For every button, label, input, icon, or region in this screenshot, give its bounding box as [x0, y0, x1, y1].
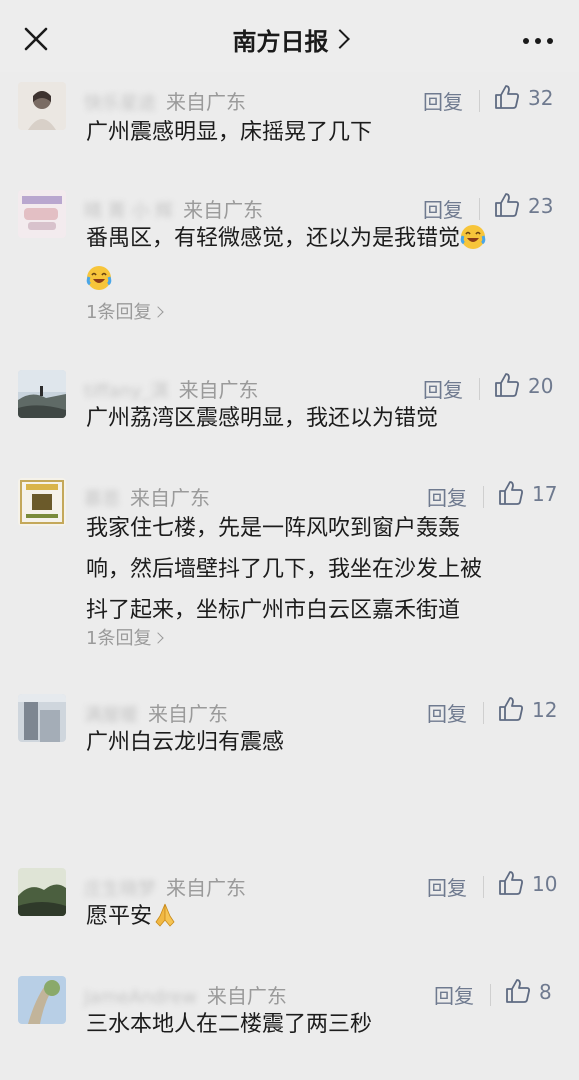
- comment-item: 晴 菁 小 辉来自广东 回复 23 番禺区，有轻微感觉，还以为是我错觉 1条回复: [0, 190, 579, 340]
- page-title: 南方日报: [232, 28, 329, 56]
- replies-count-label: 1条回复: [86, 302, 152, 323]
- commenter-region: 来自广东: [166, 90, 246, 114]
- thumbs-up-icon: [499, 697, 523, 721]
- chevron-right-icon: [152, 306, 165, 318]
- avatar[interactable]: [18, 82, 66, 130]
- avatar[interactable]: [18, 976, 66, 1024]
- view-replies-link[interactable]: 1条回复: [86, 624, 165, 650]
- reply-button[interactable]: 回复: [427, 482, 467, 511]
- comment-text-line: 我家住七楼，先是一阵风吹到窗户轰轰: [86, 516, 461, 541]
- comment-item: 庄生晓梦 来自广东 回复 10 愿平安: [0, 868, 579, 938]
- comment-text: 番禺区，有轻微感觉，还以为是我错觉: [86, 218, 546, 300]
- account-title-link[interactable]: 南方日报: [0, 22, 579, 57]
- avatar[interactable]: [18, 868, 66, 916]
- comment-text-content: 番禺区，有轻微感觉，还以为是我错觉: [86, 226, 461, 251]
- avatar[interactable]: [18, 190, 66, 238]
- avatar[interactable]: [18, 370, 66, 418]
- thumbs-up-icon: [506, 979, 530, 1003]
- reply-button[interactable]: 回复: [423, 86, 463, 115]
- divider: [483, 702, 484, 724]
- chevron-right-icon: [152, 632, 165, 644]
- avatar[interactable]: [18, 478, 66, 526]
- divider: [490, 984, 491, 1006]
- thumbs-up-icon: [499, 871, 523, 895]
- like-count: 32: [528, 86, 554, 110]
- avatar[interactable]: [18, 694, 66, 742]
- divider: [483, 486, 484, 508]
- divider: [479, 90, 480, 112]
- divider: [483, 876, 484, 898]
- view-replies-link[interactable]: 1条回复: [86, 298, 165, 324]
- laughing-crying-emoji-icon: [460, 225, 486, 249]
- thumbs-up-icon: [495, 193, 519, 217]
- replies-count-label: 1条回复: [86, 628, 152, 649]
- comment-text-content: 愿平安: [86, 904, 153, 929]
- laughing-crying-emoji-icon: [86, 266, 112, 290]
- comment-text: 我家住七楼，先是一阵风吹到窗户轰轰 响，然后墙壁抖了几下，我坐在沙发上被 抖了起…: [86, 508, 566, 631]
- comment-text-line: 响，然后墙壁抖了几下，我坐在沙发上被: [86, 557, 483, 582]
- thumbs-up-icon: [499, 481, 523, 505]
- like-count: 20: [528, 374, 554, 398]
- like-count: 17: [532, 482, 558, 506]
- comment-text: 广州白云龙归有震感: [86, 730, 285, 755]
- like-count: 8: [539, 980, 552, 1004]
- more-icon[interactable]: [523, 38, 553, 44]
- top-bar: 南方日报: [0, 0, 579, 72]
- comment-item: 满屋暖 来自广东 回复 12 广州白云龙归有震感: [0, 694, 579, 764]
- comment-text: 愿平安: [86, 896, 546, 937]
- comment-item: tiffany_淇 来自广东 回复 20 广州荔湾区震感明显，我还以为错觉: [0, 370, 579, 440]
- thumbs-up-icon: [495, 85, 519, 109]
- comment-text: 广州荔湾区震感明显，我还以为错觉: [86, 406, 439, 431]
- divider: [479, 378, 480, 400]
- like-count: 10: [532, 872, 558, 896]
- comment-text: 三水本地人在二楼震了两三秒: [86, 1012, 373, 1037]
- divider: [479, 198, 480, 220]
- comment-item: 慕恩 来自广东 回复 17 我家住七楼，先是一阵风吹到窗户轰轰 响，然后墙壁抖了几…: [0, 478, 579, 650]
- like-count: 12: [532, 698, 558, 722]
- chevron-right-icon: [329, 29, 350, 49]
- like-count: 23: [528, 194, 554, 218]
- thumbs-up-icon: [495, 373, 519, 397]
- comment-item: JameAndrew 来自广东 回复 8 三水本地人在二楼震了两三秒: [0, 976, 579, 1046]
- folded-hands-emoji-icon: [155, 903, 175, 927]
- commenter-region: 来自广东: [130, 486, 210, 510]
- comment-text: 广州震感明显，床摇晃了几下: [86, 120, 373, 145]
- comment-item: 快乐星途 来自广东 回复 32 广州震感明显，床摇晃了几下: [0, 82, 579, 162]
